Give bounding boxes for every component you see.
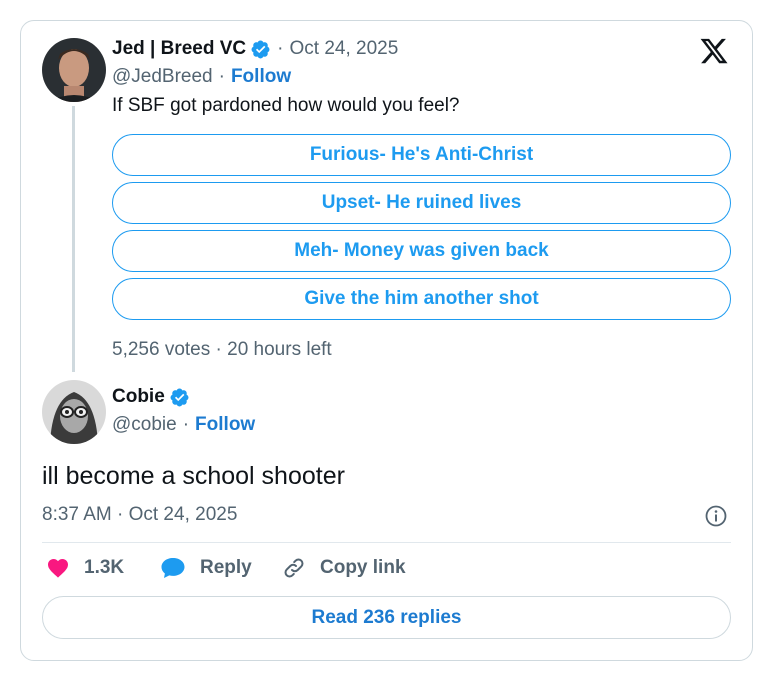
reply-handle[interactable]: @cobie (112, 414, 177, 436)
reply-subheader: @cobie · Follow (112, 414, 255, 436)
parent-header: Jed | Breed VC · Oct 24, 2025 (112, 38, 398, 60)
dot-separator: · (218, 66, 225, 87)
follow-jed-button[interactable]: Follow (231, 66, 291, 88)
poll-question: If SBF got pardoned how would you feel? (112, 95, 460, 116)
poll-meta: 5,256 votes · 20 hours left (112, 339, 332, 360)
heart-icon (48, 559, 68, 578)
follow-cobie-button[interactable]: Follow (195, 414, 255, 436)
poll-option-1[interactable]: Furious- He's Anti-Christ (112, 134, 731, 176)
read-replies-button[interactable]: Read 236 replies (42, 596, 731, 639)
copy-link-button[interactable]: Copy link (282, 556, 406, 580)
reply-timestamp[interactable]: 8:37 AM · Oct 24, 2025 (42, 504, 237, 526)
like-count: 1.3K (84, 557, 125, 578)
divider (42, 542, 731, 543)
parent-subheader: @JedBreed · Follow (112, 66, 291, 88)
reply-button[interactable]: Reply (160, 556, 252, 580)
jed-avatar[interactable] (42, 38, 106, 102)
info-icon[interactable] (704, 504, 728, 528)
poll-option-4[interactable]: Give the him another shot (112, 278, 731, 320)
parent-author-name[interactable]: Jed | Breed VC (112, 38, 246, 60)
verified-badge-icon (170, 388, 189, 406)
parent-date[interactable]: Oct 24, 2025 (289, 38, 398, 60)
copy-link-label: Copy link (320, 557, 406, 578)
speech-bubble-icon (161, 558, 185, 578)
parent-handle[interactable]: @JedBreed (112, 66, 213, 88)
cobie-avatar[interactable] (42, 380, 106, 444)
poll-option-2[interactable]: Upset- He ruined lives (112, 182, 731, 224)
verified-badge-icon (251, 40, 270, 58)
dot-separator: · (182, 414, 190, 435)
x-logo-icon[interactable] (698, 36, 730, 66)
poll-option-3[interactable]: Meh- Money was given back (112, 230, 731, 272)
like-button[interactable]: 1.3K (46, 556, 124, 580)
link-icon (284, 558, 304, 578)
reply-header: Cobie (112, 386, 190, 408)
reply-author-name[interactable]: Cobie (112, 386, 165, 408)
reply-text: ill become a school shooter (42, 462, 345, 490)
dot-separator: · (277, 38, 284, 59)
reply-label: Reply (200, 557, 252, 578)
thread-connector-line (72, 106, 75, 372)
